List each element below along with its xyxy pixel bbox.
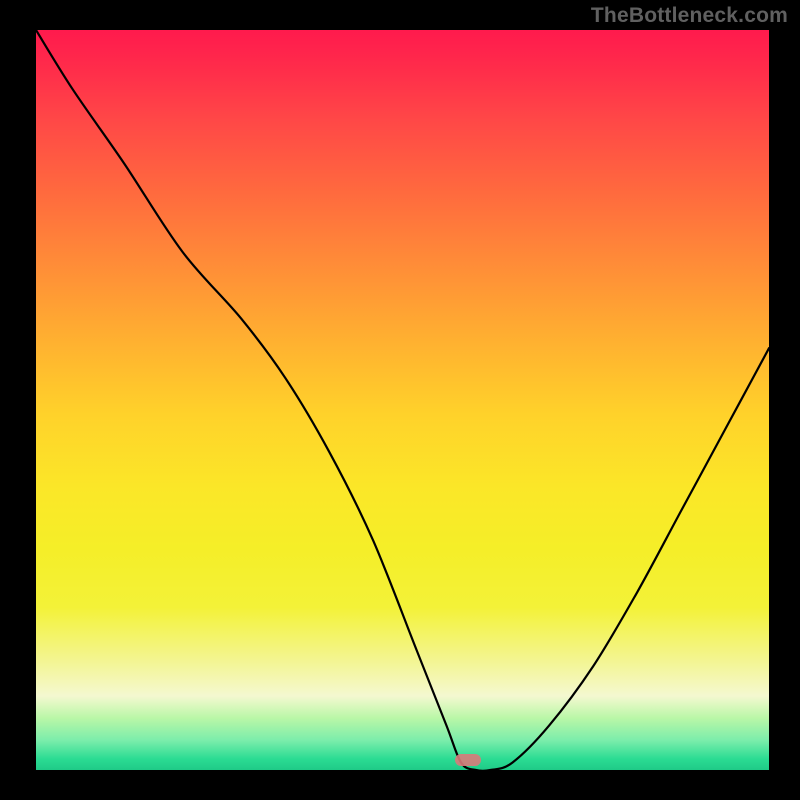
bottleneck-curve	[36, 30, 769, 770]
watermark-text: TheBottleneck.com	[591, 4, 788, 28]
chart-container: TheBottleneck.com	[0, 0, 800, 800]
plot-area	[36, 30, 769, 770]
curve-path	[36, 30, 769, 770]
optimal-marker	[455, 754, 481, 766]
